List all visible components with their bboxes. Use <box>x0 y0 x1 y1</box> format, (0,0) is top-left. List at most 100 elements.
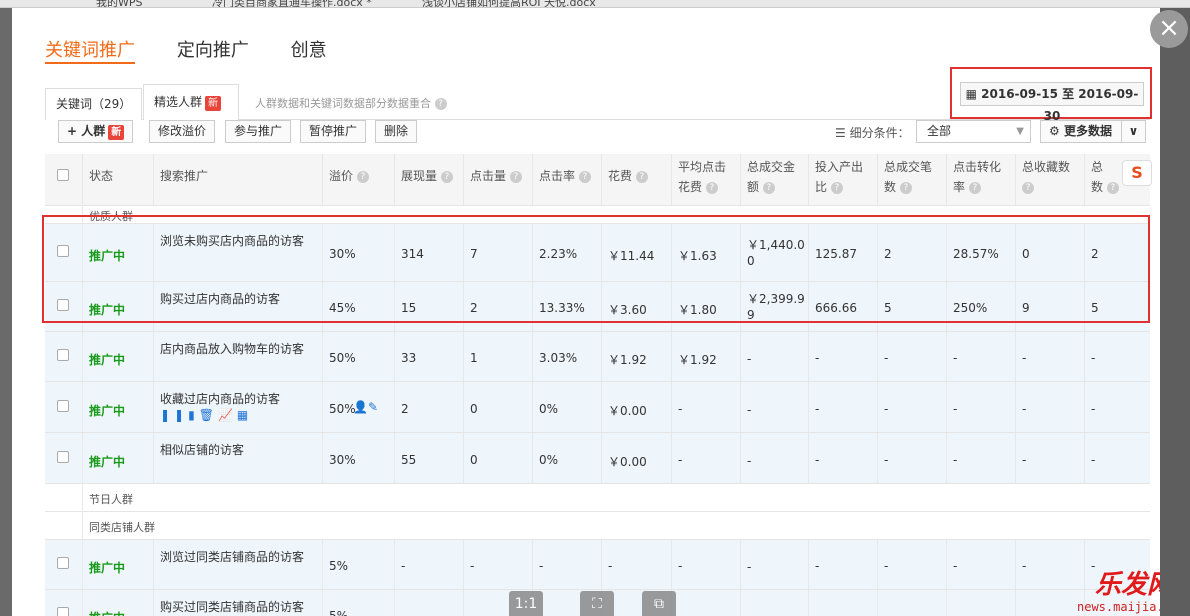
header-impressions[interactable]: 展现量 ? <box>395 154 464 205</box>
cost-cell: - <box>602 540 672 589</box>
help-icon[interactable]: ? <box>509 170 522 183</box>
pause-promotion-button[interactable]: 暂停推广 <box>300 120 367 143</box>
header-roi[interactable]: 投入产出比 ? <box>809 154 878 205</box>
header-ctr[interactable]: 点击率 ? <box>533 154 602 205</box>
orders-value: - <box>884 452 889 467</box>
cost-value: ￥0.00 <box>608 454 647 469</box>
group-label: 优质人群 <box>89 210 133 223</box>
row-checkbox[interactable] <box>57 557 69 569</box>
fit-screen-button[interactable]: ⛶ <box>580 591 614 616</box>
status-label[interactable]: 推广中 <box>89 559 125 576</box>
row-checkbox[interactable] <box>57 299 69 311</box>
header-premium-label: 溢价 <box>329 169 354 183</box>
header-clicks[interactable]: 点击量 ? <box>464 154 533 205</box>
status-label[interactable]: 推广中 <box>89 402 125 419</box>
help-icon[interactable]: ? <box>356 170 369 183</box>
orders-cell: 5 <box>878 282 947 331</box>
status-cell: 推广中 <box>83 282 154 331</box>
gmv-cell: ￥1,440.0 0 <box>741 224 809 281</box>
clicks-value: 0 <box>470 452 478 467</box>
tab-selected-crowd[interactable]: 精选人群新 <box>143 84 239 120</box>
status-label[interactable]: 推广中 <box>89 453 125 470</box>
pause-icon[interactable]: ❚❚ <box>160 408 188 422</box>
help-icon[interactable]: ? <box>830 181 843 194</box>
header-premium[interactable]: 溢价 ? <box>323 154 395 205</box>
header-status[interactable]: 状态 <box>83 154 154 205</box>
crop-image-button[interactable]: ⧉ <box>642 591 676 616</box>
header-favorites[interactable]: 总收藏数? <box>1016 154 1085 205</box>
browser-tab-doc1[interactable]: 冷门类目商家直通车操作.docx * <box>212 0 372 7</box>
header-search-promo[interactable]: 搜索推广 <box>154 154 323 205</box>
row-checkbox[interactable] <box>57 399 69 412</box>
group-row-festival: 节日人群 <box>45 484 1150 512</box>
status-label[interactable]: 推广中 <box>89 609 125 616</box>
add-crowd-label: + 人群 <box>67 124 106 138</box>
row-checkbox[interactable] <box>57 245 69 257</box>
help-icon[interactable]: ? <box>968 181 981 194</box>
browser-tab-wps[interactable]: 我的WPS <box>96 0 143 7</box>
orders-value: 5 <box>884 301 892 315</box>
date-range-button[interactable]: ▦ 2016-09-15 至 2016-09-30 <box>960 82 1144 123</box>
actual-size-button[interactable]: 1:1 <box>509 591 543 616</box>
help-icon[interactable]: ? <box>440 170 453 183</box>
row-checkbox[interactable] <box>57 349 69 361</box>
more-data-button[interactable]: ⚙ 更多数据 ∨ <box>1040 120 1146 143</box>
delete-button[interactable]: 删除 <box>375 120 418 143</box>
close-icon[interactable]: × <box>1150 10 1188 48</box>
impressions-cell: 15 <box>395 282 464 331</box>
row-checkbox[interactable] <box>57 450 69 463</box>
edit-premium-icon[interactable]: 👤✎ <box>353 400 378 414</box>
help-icon[interactable]: ? <box>1022 181 1034 194</box>
join-promotion-button[interactable]: 参与推广 <box>225 120 292 143</box>
header-cost-label: 花费 <box>608 169 633 183</box>
tab-keyword-promotion[interactable]: 关键词推广 <box>45 36 135 64</box>
ctr-value: 0% <box>539 452 559 467</box>
ctr-value: 13.33% <box>539 301 585 315</box>
impressions-value: 15 <box>401 301 417 315</box>
status-label[interactable]: 推广中 <box>89 247 125 264</box>
select-all-checkbox[interactable] <box>57 169 69 181</box>
checkbox-cell <box>45 382 83 432</box>
tab-keywords[interactable]: 关键词（29） <box>45 88 142 120</box>
header-cvr-l2: 率 <box>953 180 966 194</box>
roi-value: - <box>815 401 820 416</box>
header-orders[interactable]: 总成交笔数 ? <box>878 154 947 205</box>
header-avg-cpc[interactable]: 平均点击 花费 ? <box>672 154 741 205</box>
cpc-value: ￥1.63 <box>678 249 717 263</box>
status-label[interactable]: 推广中 <box>89 301 125 318</box>
trash-icon[interactable]: 🗑 <box>199 408 218 422</box>
help-icon[interactable]: ? <box>635 170 648 183</box>
tab-targeted-promotion[interactable]: 定向推广 <box>177 36 249 64</box>
header-cost[interactable]: 花费 ? <box>602 154 672 205</box>
header-gmv[interactable]: 总成交金额 ? <box>741 154 809 205</box>
status-cell: 推广中 <box>83 590 154 616</box>
help-icon[interactable]: ? <box>705 181 718 194</box>
premium-cell: 30% <box>323 433 395 483</box>
help-icon[interactable]: ? <box>578 170 591 183</box>
add-crowd-button[interactable]: + 人群新 <box>58 120 134 143</box>
help-icon[interactable]: ? <box>899 181 912 194</box>
premium-cell: 30% <box>323 224 395 281</box>
last-cell: - <box>1085 382 1150 432</box>
impressions-cell: 2 <box>395 382 464 432</box>
header-cvr[interactable]: 点击转化率 ? <box>947 154 1016 205</box>
help-icon[interactable]: ? <box>434 98 447 110</box>
filter-select[interactable]: 全部 ▼ <box>916 120 1031 143</box>
ime-logo[interactable]: S <box>1122 160 1152 186</box>
chevron-down-icon[interactable]: ∨ <box>1121 121 1145 142</box>
orders-cell: 2 <box>878 224 947 281</box>
cvr-cell: - <box>947 590 1016 616</box>
table-row: 推广中 浏览未购买店内商品的访客 30% 314 7 2.23% ￥11.44 ￥1.63 ￥1… <box>45 224 1150 282</box>
tab-creative[interactable]: 创意 <box>291 36 327 64</box>
browser-tab-doc2[interactable]: 浅谈小店铺如何提高ROI 天悦.docx <box>422 0 596 7</box>
group-spacer <box>45 484 83 511</box>
status-label[interactable]: 推广中 <box>89 351 125 368</box>
report-icon[interactable]: ▦ <box>237 408 252 422</box>
help-icon[interactable]: ? <box>762 181 775 194</box>
ctr-value: 3.03% <box>539 351 578 365</box>
help-icon[interactable]: ? <box>1106 181 1119 194</box>
modify-premium-button[interactable]: 修改溢价 <box>149 120 216 143</box>
chart-icon[interactable]: 📈 <box>218 408 237 422</box>
clipboard-icon[interactable]: ▮ <box>188 408 199 422</box>
row-checkbox[interactable] <box>57 607 69 616</box>
